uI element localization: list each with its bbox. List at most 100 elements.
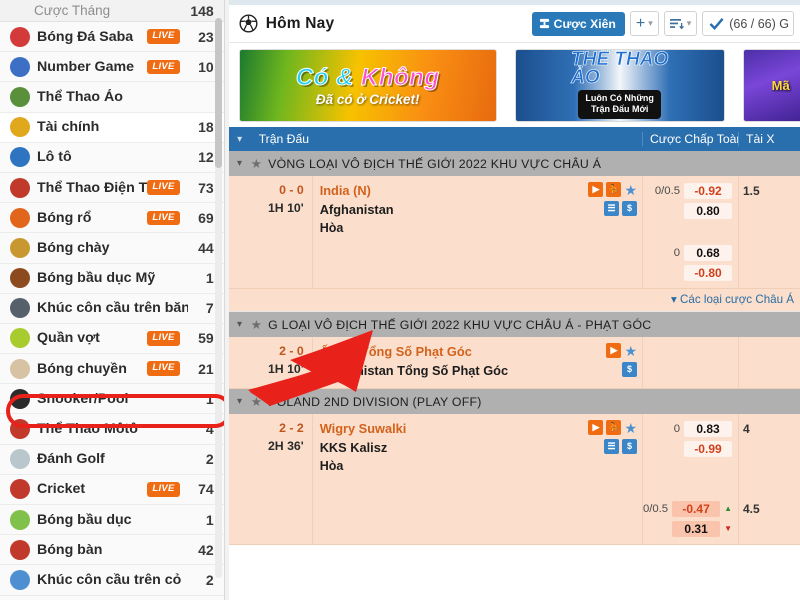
favorite-star-icon[interactable]: ★ xyxy=(624,183,637,197)
odds-value[interactable]: 0.31 xyxy=(672,520,721,537)
odds-line[interactable]: 0.80 xyxy=(647,202,732,219)
sidebar-item-10[interactable]: Quần vợt LIVE 59 xyxy=(0,323,224,355)
league-collapse-caret-icon[interactable]: ▾ xyxy=(229,319,251,330)
odds-value[interactable]: -0.80 xyxy=(684,264,732,281)
favorite-star-icon[interactable]: ★ xyxy=(251,317,262,332)
sidebar-item-0[interactable]: Bóng Đá Saba LIVE 23 xyxy=(0,22,224,53)
match-row[interactable]: 2 - 0 1H 10' Ấn Độ Tổng Số Phạt Góc Afghani… xyxy=(228,337,800,389)
match-icons-cell: ▶ ★ $ xyxy=(578,337,642,388)
favorite-star-icon[interactable]: ★ xyxy=(251,156,262,171)
odds-value[interactable]: -0.99 xyxy=(684,440,732,457)
sidebar-item-count: 1 xyxy=(205,390,214,407)
sidebar-scrollbar[interactable] xyxy=(214,18,222,578)
sidebar-item-11[interactable]: Bóng chuyền LIVE 21 xyxy=(0,354,224,385)
sidebar-item-16[interactable]: Bóng bầu dục 1 xyxy=(0,505,224,536)
sidebar-item-17[interactable]: Bóng bàn 42 xyxy=(0,535,224,566)
collapse-all-caret-icon[interactable]: ▾ xyxy=(229,134,251,145)
stats-icon[interactable]: ⛹ xyxy=(606,420,622,435)
play-icon[interactable]: ▶ xyxy=(588,420,604,435)
sidebar-item-19[interactable]: Bóng ném3 xyxy=(0,595,224,600)
sidebar-item-count: 4 xyxy=(205,421,214,438)
over-under-line[interactable]: 1.5 xyxy=(743,182,798,199)
over-under-line[interactable] xyxy=(743,264,798,281)
column-header-handicap: Cược Chấp Toàn ... xyxy=(642,132,738,146)
play-icon[interactable]: ▶ xyxy=(606,343,622,358)
odds-value[interactable]: -0.92 xyxy=(684,182,732,199)
sidebar-item-14[interactable]: Đánh Golf 2 xyxy=(0,444,224,475)
league-collapse-caret-icon[interactable]: ▾ xyxy=(229,396,251,407)
over-under-value[interactable]: 4 xyxy=(743,422,750,436)
over-under-value[interactable]: 1.5 xyxy=(743,184,760,198)
stats-icon[interactable]: ⛹ xyxy=(606,182,622,197)
sidebar-header-monthly-bets[interactable]: Cược Tháng 148 xyxy=(0,0,224,22)
league-collapse-caret-icon[interactable]: ▾ xyxy=(229,158,251,169)
page-title: Hôm Nay xyxy=(265,14,335,32)
odds-value[interactable]: 0.83 xyxy=(684,420,732,437)
sidebar-item-8[interactable]: Bóng bầu dục Mỹ 1 xyxy=(0,263,224,294)
odds-line[interactable]: 0.31 ▼ xyxy=(647,520,732,537)
match-row[interactable]: 0 - 0 1H 10' India (N) Afghanistan Hòa ▶ ⛹ ★ ☰ $0… xyxy=(228,176,800,289)
handicap-value: 0/0.5 xyxy=(642,502,669,515)
add-button[interactable]: + ▾ xyxy=(629,11,659,36)
sidebar-item-5[interactable]: Thể Thao Điện Tử LIVE 73 xyxy=(0,172,224,204)
odds-line[interactable]: 0/0.5 -0.92 xyxy=(647,182,732,199)
league-header[interactable]: ▾ ★ VÒNG LOẠI VÔ ĐỊCH THẾ GIỚI 2022 KHU VỰ… xyxy=(228,151,800,176)
odds-line[interactable]: -0.80 xyxy=(647,264,732,281)
sidebar-item-7[interactable]: Bóng chày 44 xyxy=(0,233,224,264)
sidebar-item-1[interactable]: Number Game LIVE 10 xyxy=(0,52,224,83)
sidebar-item-4[interactable]: Lô tô 12 xyxy=(0,142,224,173)
odds-value[interactable]: 0.68 xyxy=(684,244,732,261)
league-header[interactable]: ▾ ★ POLAND 2ND DIVISION (PLAY OFF) xyxy=(228,389,800,414)
odds-line[interactable]: -0.99 xyxy=(647,440,732,457)
odds-spacer xyxy=(743,222,798,244)
sidebar-item-18[interactable]: Khúc côn cầu trên cỏ 2 xyxy=(0,565,224,596)
table-tennis-icon xyxy=(10,539,30,560)
over-under-value[interactable]: 4.5 xyxy=(743,502,760,516)
rugby-icon xyxy=(10,509,30,530)
more-bets-link[interactable]: ▾ Các loại cược Châu Á xyxy=(228,289,800,312)
sidebar-item-count: 44 xyxy=(198,239,214,256)
number-game-icon xyxy=(10,56,30,77)
favorite-star-icon[interactable]: ★ xyxy=(624,421,637,435)
list-icon[interactable]: ☰ xyxy=(604,201,619,216)
over-under-line[interactable]: 4 xyxy=(743,420,798,437)
favorite-star-icon[interactable]: ★ xyxy=(251,394,262,409)
odds-line[interactable]: 0 0.83 xyxy=(647,420,732,437)
select-all-button[interactable]: (66 / 66) G xyxy=(702,11,794,36)
sidebar-item-label: Đánh Golf xyxy=(37,451,105,468)
play-icon[interactable]: ▶ xyxy=(588,182,604,197)
odds-value[interactable]: 0.80 xyxy=(684,202,732,219)
sidebar-item-13[interactable]: Thể Thao Môtô 4 xyxy=(0,414,224,445)
over-under-line[interactable] xyxy=(743,440,798,457)
odds-line[interactable]: 0/0.5 -0.47 ▲ xyxy=(643,500,732,517)
over-under-line[interactable] xyxy=(743,244,798,261)
cashout-icon[interactable]: $ xyxy=(622,439,637,454)
sidebar-item-count: 42 xyxy=(198,541,214,558)
league-header[interactable]: ▾ ★ G LOẠI VÔ ĐỊCH THẾ GIỚI 2022 KHU VỰC C… xyxy=(228,312,800,337)
odds-value[interactable]: -0.47 xyxy=(672,500,721,517)
odds-line[interactable]: 0 0.68 xyxy=(647,244,732,261)
sidebar-item-9[interactable]: Khúc côn cầu trên băng 7 xyxy=(0,293,224,324)
match-row[interactable]: 2 - 2 2H 36' Wigry Suwalki KKS Kalisz Hòa ▶ ⛹ ★… xyxy=(228,414,800,545)
sidebar-item-count: 1 xyxy=(205,511,214,528)
sidebar-item-12[interactable]: Snooker/Pool 1 xyxy=(0,384,224,415)
favorite-star-icon[interactable]: ★ xyxy=(624,344,637,358)
tennis-icon xyxy=(10,328,30,349)
sidebar-item-2[interactable]: Thể Thao Ảo xyxy=(0,82,224,113)
list-icon[interactable]: ☰ xyxy=(604,439,619,454)
sidebar-scrollbar-thumb[interactable] xyxy=(214,18,222,168)
over-under-line[interactable] xyxy=(743,202,798,219)
cashout-icon[interactable]: $ xyxy=(622,201,637,216)
third-promo-banner[interactable]: Mã xyxy=(742,48,800,122)
sidebar-item-15[interactable]: Cricket LIVE 74 xyxy=(0,474,224,505)
sidebar-item-3[interactable]: Tài chính 18 xyxy=(0,112,224,143)
sort-button[interactable]: ▾ xyxy=(663,11,698,36)
over-under-line[interactable]: 4.5 xyxy=(743,500,798,517)
cricket-promo-banner[interactable]: Có & Không Đã có ở Cricket! xyxy=(238,48,497,122)
virtual-sports-banner[interactable]: THỂ THAO ẢO Luôn Có Những Trận Đấu Mới xyxy=(514,48,725,122)
parlay-button[interactable]: Cược Xiên xyxy=(531,11,625,36)
over-under-line[interactable] xyxy=(743,520,798,537)
sidebar-item-6[interactable]: Bóng rổ LIVE 69 xyxy=(0,203,224,234)
cashout-icon[interactable]: $ xyxy=(622,362,637,377)
team-home: Wigry Suwalki xyxy=(319,421,407,436)
